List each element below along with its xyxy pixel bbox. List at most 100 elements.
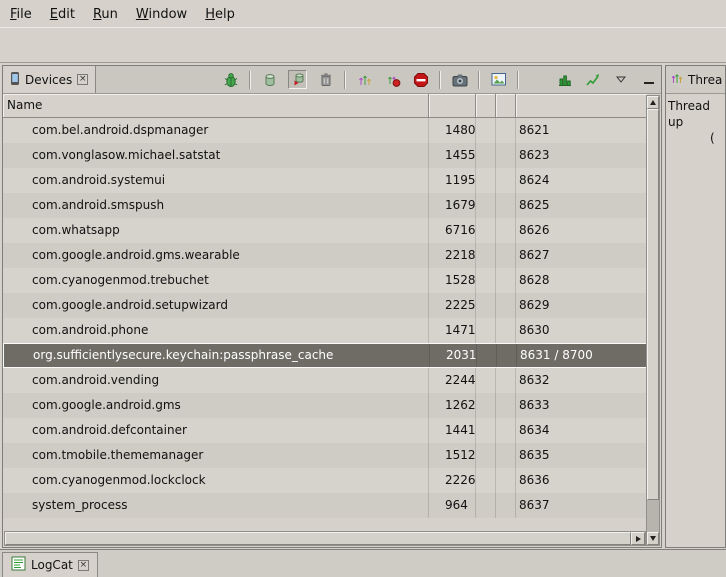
- process-pid: 22265: [429, 468, 476, 493]
- heap-status-cell: [476, 218, 496, 243]
- table-row[interactable]: com.bel.android.dspmanager 1480 8621: [3, 118, 647, 143]
- process-port: 8629: [516, 293, 647, 318]
- toolbar-separator: [517, 71, 519, 89]
- horizontal-scrollbar[interactable]: [4, 531, 646, 546]
- tab-logcat-label: LogCat: [31, 558, 73, 572]
- cause-gc-icon[interactable]: [316, 70, 335, 89]
- scroll-down-icon[interactable]: [647, 532, 659, 545]
- column-header-name[interactable]: Name: [3, 94, 429, 118]
- table-row[interactable]: com.android.phone 1471 8630: [3, 318, 647, 343]
- process-port: 8625: [516, 193, 647, 218]
- vscroll-thumb[interactable]: [647, 109, 659, 500]
- table-row-selected[interactable]: org.sufficientlysecure.keychain:passphra…: [3, 343, 647, 368]
- device-icon: [10, 71, 20, 89]
- scroll-right-icon[interactable]: [631, 532, 645, 545]
- capture-view-icon[interactable]: [489, 70, 508, 89]
- heap-status-cell: [476, 168, 496, 193]
- column-header-port[interactable]: [516, 94, 647, 118]
- dump-hprof-icon[interactable]: [288, 70, 307, 89]
- heap-status-cell: [476, 143, 496, 168]
- process-name: com.android.vending: [3, 368, 429, 393]
- thread-status-cell: [496, 493, 516, 518]
- table-row[interactable]: com.android.systemui 1195 8624: [3, 168, 647, 193]
- minimize-icon[interactable]: [639, 70, 658, 89]
- debug-process-icon[interactable]: [221, 70, 240, 89]
- table-row[interactable]: com.android.smspush 1679 8625: [3, 193, 647, 218]
- scroll-up-icon[interactable]: [647, 96, 659, 109]
- vertical-scrollbar[interactable]: [646, 95, 660, 546]
- process-name: com.android.systemui: [3, 168, 429, 193]
- menu-window[interactable]: Window: [127, 2, 196, 26]
- table-row[interactable]: com.google.android.gms 12623 8633: [3, 393, 647, 418]
- tab-devices[interactable]: Devices ×: [3, 66, 96, 93]
- process-name: com.google.android.gms: [3, 393, 429, 418]
- process-name: com.whatsapp: [3, 218, 429, 243]
- process-name: com.vonglasow.michael.satstat: [3, 143, 429, 168]
- thread-status-cell: [496, 193, 516, 218]
- process-port: 8624: [516, 168, 647, 193]
- thread-status-cell: [496, 393, 516, 418]
- heap-status-cell: [476, 118, 496, 143]
- menu-edit[interactable]: Edit: [41, 2, 84, 26]
- column-header-heap[interactable]: [476, 94, 496, 118]
- start-method-profiling-icon[interactable]: [383, 70, 402, 89]
- process-name: com.android.defcontainer: [3, 418, 429, 443]
- thread-status-cell: [496, 293, 516, 318]
- table-row[interactable]: com.android.defcontainer 14411 8634: [3, 418, 647, 443]
- process-port: 8627: [516, 243, 647, 268]
- process-port: 8631 / 8700: [517, 344, 646, 367]
- table-row[interactable]: com.google.android.gms.wearable 22185 86…: [3, 243, 647, 268]
- stop-process-icon[interactable]: [411, 70, 430, 89]
- heap-status-cell: [476, 268, 496, 293]
- main-toolbar-strip: [0, 27, 726, 63]
- thread-status-cell: [496, 143, 516, 168]
- update-heap-icon[interactable]: [260, 70, 279, 89]
- table-row[interactable]: system_process 964 8637: [3, 493, 647, 518]
- column-header-pid[interactable]: [429, 94, 476, 118]
- table-row[interactable]: com.google.android.setupwizard 22250 862…: [3, 293, 647, 318]
- close-icon[interactable]: ×: [77, 74, 88, 85]
- tab-logcat[interactable]: LogCat ×: [2, 552, 98, 577]
- menu-help[interactable]: Help: [196, 2, 244, 26]
- table-row[interactable]: com.whatsapp 6716 8626: [3, 218, 647, 243]
- heap-status-cell: [476, 493, 496, 518]
- thread-status-cell: [496, 418, 516, 443]
- process-port: 8628: [516, 268, 647, 293]
- process-name: com.android.smspush: [3, 193, 429, 218]
- table-row[interactable]: com.tmobile.thememanager 1512 8635: [3, 443, 647, 468]
- process-pid: 1528: [429, 268, 476, 293]
- toolbar-separator: [344, 71, 346, 89]
- opengl-trace-icon[interactable]: [583, 70, 602, 89]
- hscroll-thumb[interactable]: [5, 532, 631, 545]
- menu-file[interactable]: File: [1, 2, 41, 26]
- view-menu-icon[interactable]: [611, 70, 630, 89]
- threads-icon: [670, 71, 684, 88]
- update-threads-icon[interactable]: [355, 70, 374, 89]
- toolbar-separator: [439, 71, 441, 89]
- heap-status-cell: [476, 393, 496, 418]
- screen-capture-icon[interactable]: [450, 70, 469, 89]
- process-port: 8632: [516, 368, 647, 393]
- menu-run[interactable]: Run: [84, 2, 127, 26]
- table-row[interactable]: com.vonglasow.michael.satstat 14553 8623: [3, 143, 647, 168]
- thread-status-cell: [496, 268, 516, 293]
- table-row[interactable]: com.cyanogenmod.trebuchet 1528 8628: [3, 268, 647, 293]
- process-port: 8637: [516, 493, 647, 518]
- process-name: system_process: [3, 493, 429, 518]
- toolbar-separator: [249, 71, 251, 89]
- process-name: com.android.phone: [3, 318, 429, 343]
- close-icon[interactable]: ×: [78, 560, 89, 571]
- process-pid: 20311: [430, 344, 477, 367]
- opengl-bars-icon[interactable]: [555, 70, 574, 89]
- menubar: File Edit Run Window Help: [0, 0, 726, 27]
- table-row[interactable]: com.android.vending 22440 8632: [3, 368, 647, 393]
- tab-threads-label[interactable]: Threa: [688, 73, 722, 87]
- devices-panel: Devices ×: [2, 65, 662, 548]
- threads-tabbar: Threa: [666, 66, 725, 94]
- heap-status-cell: [476, 468, 496, 493]
- process-pid: 1679: [429, 193, 476, 218]
- column-header-thread[interactable]: [496, 94, 516, 118]
- threads-message-line2: (: [668, 130, 723, 146]
- table-row[interactable]: com.cyanogenmod.lockclock 22265 8636: [3, 468, 647, 493]
- process-port: 8626: [516, 218, 647, 243]
